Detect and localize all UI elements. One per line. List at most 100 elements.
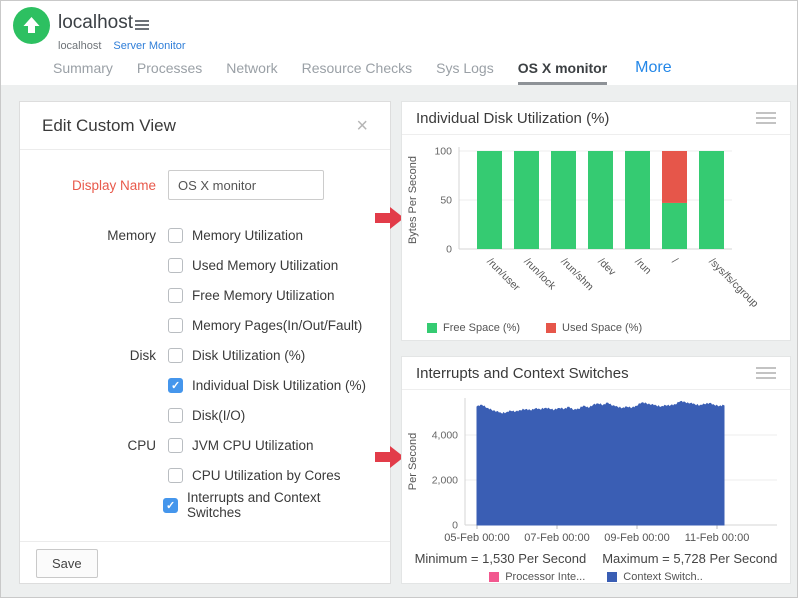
display-name-row: Display Name [40,170,370,202]
x-tick-label: 05-Feb 00:00 [444,532,509,544]
x-tick-label: / [669,256,680,267]
tab-processes[interactable]: Processes [137,60,202,85]
legend-label: Free Space (%) [443,322,520,334]
interrupts-chart-card: Interrupts and Context Switches 02,0004,… [401,356,791,584]
disk-chart-header: Individual Disk Utilization (%) [402,102,790,135]
x-tick-label: /run/user [484,256,522,294]
unchecked-checkbox-cpu-utilization-by-cores[interactable] [168,468,183,483]
metric-row-individual-disk-utilization: Individual Disk Utilization (%) [40,370,370,400]
unchecked-checkbox-used-memory-utilization[interactable] [168,258,183,273]
x-tick-label: /sys/fs/cgroup [706,256,760,310]
metric-row-memory-utilization: MemoryMemory Utilization [40,220,370,250]
panel-footer: Save [20,541,390,583]
legend-swatch-icon [546,323,556,333]
metric-label: Memory Pages(In/Out/Fault) [192,318,362,333]
save-button[interactable]: Save [36,549,98,578]
metric-label: Individual Disk Utilization (%) [192,378,366,393]
display-name-input[interactable] [168,170,324,200]
legend-swatch-icon [427,323,437,333]
metric-label: Free Memory Utilization [192,288,335,303]
bar-free-run [625,151,650,249]
legend-swatch-icon [489,572,499,582]
y-axis-title: Bytes Per Second [407,156,419,244]
legend-label: Context Switch.. [623,571,702,583]
tab-resource-checks[interactable]: Resource Checks [302,60,413,85]
disk-chart-legend: Free Space (%) Used Space (%) [402,315,790,341]
group-label-disk: Disk [40,348,156,363]
metric-row-free-memory-utilization: Free Memory Utilization [40,280,370,310]
metric-label: JVM CPU Utilization [192,438,314,453]
metric-row-jvm-cpu-utilization: CPU JVM CPU Utilization [40,430,370,460]
metric-row-interrupts-and-context-switches: Interrupts and Context Switches [40,490,370,520]
up-arrow-icon [13,7,50,44]
more-tabs-link[interactable]: More [635,59,671,85]
metric-row-used-memory-utilization: Used Memory Utilization [40,250,370,280]
y-axis-title: Per Second [407,433,419,490]
disk-utilization-chart-card: Individual Disk Utilization (%) 050100/r… [401,101,791,341]
tab-os-x-monitor[interactable]: OS X monitor [518,60,607,85]
unchecked-checkbox-memory-pages-in-out-fault[interactable] [168,318,183,333]
legend-swatch-icon [607,572,617,582]
unchecked-checkbox-disk-i-o[interactable] [168,408,183,423]
edit-custom-view-panel: Edit Custom View × Display Name MemoryMe… [19,101,391,584]
legend-label: Used Space (%) [562,322,642,334]
interrupts-chart-menu-icon[interactable] [756,364,776,382]
tab-bar: Summary Processes Network Resource Checks Sy… [53,59,672,85]
panel-title: Edit Custom View [42,116,176,136]
checked-checkbox-interrupts-and-context-switches[interactable] [163,498,178,513]
metric-row-cpu-utilization-by-cores: CPU Utilization by Cores [40,460,370,490]
interrupts-chart-legend: Processor Inte... Context Switch.. [402,568,790,586]
interrupts-chart-header: Interrupts and Context Switches [402,357,790,390]
tab-summary[interactable]: Summary [53,60,113,85]
tab-sys-logs[interactable]: Sys Logs [436,60,494,85]
unchecked-checkbox-jvm-cpu-utilization[interactable] [168,438,183,453]
x-tick-label: /run [632,256,653,277]
breadcrumb: localhost Server Monitor [58,40,186,52]
legend-item-processor-inte[interactable]: Processor Inte... [489,571,585,583]
tab-network[interactable]: Network [226,60,277,85]
metric-row-disk-i-o: Disk(I/O) [40,400,370,430]
interrupts-chart-title: Interrupts and Context Switches [416,365,629,382]
group-label-cpu: CPU [40,438,156,453]
metric-row-memory-pages-in-out-fault: Memory Pages(In/Out/Fault) [40,310,370,340]
legend-item-free-space[interactable]: Free Space (%) [427,322,520,334]
unchecked-checkbox-free-memory-utilization[interactable] [168,288,183,303]
disk-chart-title: Individual Disk Utilization (%) [416,110,609,127]
interrupts-area-chart: 02,0004,00005-Feb 00:0007-Feb 00:0009-Fe… [402,390,790,546]
panel-body: Display Name MemoryMemory UtilizationUse… [20,150,390,520]
y-tick-label: 2,000 [432,475,458,487]
legend-item-context-switch[interactable]: Context Switch.. [607,571,702,583]
legend-item-used-space[interactable]: Used Space (%) [546,322,642,334]
unchecked-checkbox-memory-utilization[interactable] [168,228,183,243]
breadcrumb-host: localhost [58,40,101,52]
maximum-label: Maximum = 5,728 Per Second [602,551,777,568]
app-window: localhost localhost Server Monitor Summa… [0,0,798,598]
bar-used- [662,151,687,203]
x-tick-label: /run/shm [558,256,596,294]
x-tick-label: /dev [595,256,618,279]
minmax-row: Minimum = 1,530 Per Second Maximum = 5,7… [402,551,790,568]
metric-label: CPU Utilization by Cores [192,468,341,483]
disk-bar-chart: 050100/run/user/run/lock/run/shm/dev/run… [402,135,790,310]
group-label-memory: Memory [40,228,156,243]
y-tick-label: 0 [452,520,458,532]
unchecked-checkbox-disk-utilization[interactable] [168,348,183,363]
metric-checkbox-list: MemoryMemory UtilizationUsed Memory Util… [40,220,370,520]
x-tick-label: 11-Feb 00:00 [685,532,750,544]
y-tick-label: 50 [440,195,452,207]
disk-chart-menu-icon[interactable] [756,109,776,127]
monitor-status-icon [13,7,50,44]
breadcrumb-server-monitor-link[interactable]: Server Monitor [113,40,185,52]
minimum-label: Minimum = 1,530 Per Second [415,551,587,568]
x-tick-label: 09-Feb 00:00 [604,532,669,544]
metric-label: Disk Utilization (%) [192,348,305,363]
bar-free-run-lock [514,151,539,249]
panel-header: Edit Custom View × [20,102,390,150]
bar-free-sys-fs-cgroup [699,151,724,249]
close-icon[interactable]: × [356,116,368,136]
context-switches-area-series [477,401,724,525]
title-hamburger-icon[interactable] [135,20,149,32]
checked-checkbox-individual-disk-utilization[interactable] [168,378,183,393]
content-area: Edit Custom View × Display Name MemoryMe… [1,85,797,597]
metric-label: Interrupts and Context Switches [187,490,370,520]
